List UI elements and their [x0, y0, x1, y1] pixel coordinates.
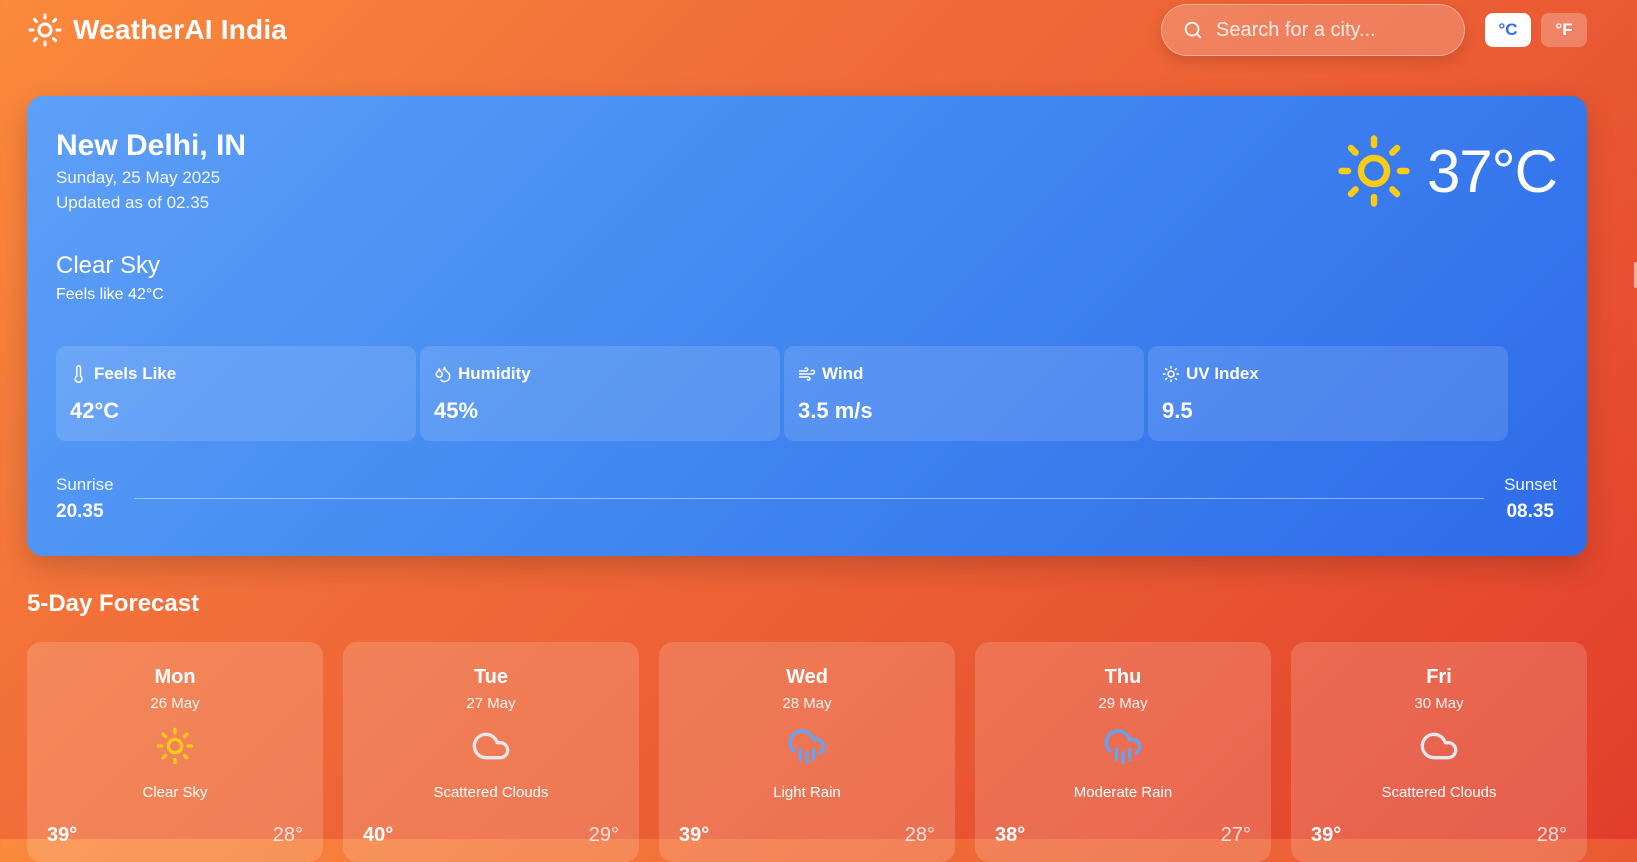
thermometer-icon: [74, 365, 83, 383]
city-name: New Delhi, IN: [56, 129, 247, 162]
current-temperature-block: 37°C: [1335, 132, 1558, 210]
forecast-date: 28 May: [782, 695, 832, 712]
cloud-icon: [472, 732, 510, 760]
forecast-low: 29°: [588, 824, 619, 846]
forecast-title: 5-Day Forecast: [27, 590, 200, 617]
stat-label: Wind: [822, 364, 864, 383]
forecast-day: Thu: [1104, 666, 1142, 688]
sunset-time: 08.35: [1506, 501, 1554, 522]
search-bar[interactable]: [1161, 4, 1465, 56]
forecast-card-mon[interactable]: Mon 26 May Clear Sky 39° 28°: [27, 642, 323, 862]
brand-title: WeatherAI India: [73, 14, 288, 45]
stat-value: 42°C: [70, 398, 120, 423]
sunset-label: Sunset: [1504, 475, 1557, 494]
forecast-card-wed[interactable]: Wed 28 May Light Rain 39° 28°: [659, 642, 955, 862]
weather-condition: Clear Sky: [56, 252, 161, 279]
forecast-day: Wed: [786, 666, 828, 688]
droplets-icon: [435, 366, 451, 383]
stat-wind: Wind 3.5 m/s: [784, 346, 1144, 441]
forecast-low: 28°: [272, 824, 303, 846]
sunrise-label: Sunrise: [56, 475, 114, 494]
sun-icon: [28, 13, 62, 47]
search-icon: [1184, 21, 1202, 39]
stat-label: Humidity: [458, 364, 531, 383]
stat-uv-index: UV Index 9.5: [1148, 346, 1508, 441]
forecast-date: 27 May: [466, 695, 516, 712]
forecast-day: Tue: [473, 666, 509, 688]
feels-like-text: Feels like 42°C: [56, 286, 164, 303]
brand: WeatherAI India: [27, 12, 287, 48]
forecast-low: 28°: [1536, 824, 1567, 846]
search-input[interactable]: [1214, 17, 1448, 43]
forecast-card-thu[interactable]: Thu 29 May Moderate Rain 38° 27°: [975, 642, 1271, 862]
cloud-rain-icon: [788, 729, 826, 765]
cloud-rain-icon: [1104, 729, 1142, 765]
forecast-high: 39°: [47, 824, 78, 846]
updated-time: Updated as of 02.35: [56, 193, 210, 212]
forecast-low: 28°: [904, 824, 935, 846]
sun-path-line: [134, 498, 1484, 499]
forecast-description: Scattered Clouds: [433, 784, 549, 801]
current-temperature: 37°C: [1426, 137, 1558, 205]
stat-value: 3.5 m/s: [798, 398, 873, 423]
forecast-description: Moderate Rain: [1073, 784, 1173, 801]
forecast-description: Light Rain: [773, 784, 841, 801]
cloud-icon: [1420, 732, 1458, 760]
forecast-day: Mon: [154, 666, 196, 688]
current-date: Sunday, 25 May 2025: [56, 168, 221, 187]
celsius-toggle[interactable]: °C: [1485, 13, 1531, 47]
stat-humidity: Humidity 45%: [420, 346, 780, 441]
forecast-high: 39°: [1311, 824, 1342, 846]
forecast-date: 29 May: [1098, 695, 1148, 712]
forecast-description: Scattered Clouds: [1381, 784, 1497, 801]
current-weather-card: New Delhi, IN Sunday, 25 May 2025 Update…: [27, 96, 1587, 556]
stat-label: Feels Like: [94, 364, 177, 383]
forecast-card-fri[interactable]: Fri 30 May Scattered Clouds 39° 28°: [1291, 642, 1587, 862]
forecast-high: 38°: [995, 824, 1026, 846]
forecast-card-tue[interactable]: Tue 27 May Scattered Clouds 40° 29°: [343, 642, 639, 862]
forecast-low: 27°: [1220, 824, 1251, 846]
stat-feels-like: Feels Like 42°C: [56, 346, 416, 441]
forecast-high: 39°: [679, 824, 710, 846]
forecast-description: Clear Sky: [142, 784, 208, 801]
forecast-day: Fri: [1426, 666, 1452, 688]
sun-icon: [156, 727, 194, 765]
stat-label: UV Index: [1186, 364, 1259, 383]
forecast-high: 40°: [363, 824, 394, 846]
sunrise-time: 20.35: [56, 501, 104, 522]
fahrenheit-toggle[interactable]: °F: [1541, 13, 1587, 47]
stat-value: 45%: [434, 398, 479, 423]
sun-icon: [1338, 135, 1410, 207]
wind-icon: [798, 367, 816, 381]
forecast-date: 26 May: [150, 695, 200, 712]
sun-small-icon: [1162, 365, 1180, 383]
forecast-date: 30 May: [1414, 695, 1464, 712]
stat-value: 9.5: [1162, 398, 1193, 423]
